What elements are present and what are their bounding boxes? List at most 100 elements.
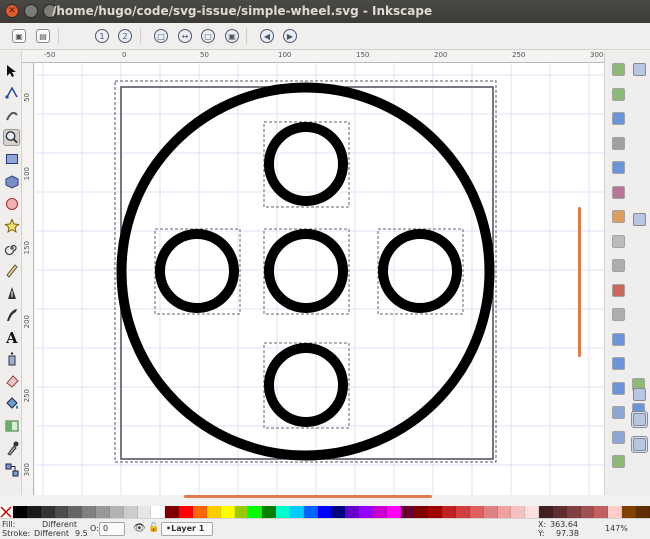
color-swatch[interactable] (26, 506, 41, 518)
fill-value[interactable]: Different (42, 520, 77, 529)
color-swatch[interactable] (206, 506, 221, 518)
redo-button[interactable] (610, 233, 627, 250)
drawing-canvas[interactable] (35, 63, 604, 495)
color-swatch[interactable] (289, 506, 304, 518)
color-swatch[interactable] (192, 506, 207, 518)
zoom-tool-button[interactable] (3, 128, 20, 146)
layer-visibility-icon[interactable]: 👁 (133, 523, 146, 534)
zoom-1-2-button[interactable]: 2 (116, 27, 134, 45)
color-swatch[interactable] (414, 506, 429, 518)
snap-control-button[interactable] (631, 61, 648, 78)
color-swatch[interactable] (497, 506, 512, 518)
canvas-svg[interactable] (35, 63, 604, 495)
center-hole-circle[interactable] (264, 229, 348, 313)
snap-control-button[interactable] (631, 211, 648, 228)
zoom-drawing-button[interactable]: ▤ (34, 27, 52, 45)
color-swatch[interactable] (123, 506, 138, 518)
paint-bucket-tool-button[interactable] (3, 395, 20, 412)
color-swatch[interactable] (552, 506, 567, 518)
stroke-value[interactable]: Different (34, 529, 69, 538)
color-swatch[interactable] (622, 506, 636, 518)
color-swatch[interactable] (456, 506, 470, 518)
color-swatch[interactable] (137, 506, 152, 518)
3d-box-tool-button[interactable] (3, 173, 20, 190)
zoom-fit-button[interactable]: ▢ (199, 27, 217, 45)
calligraphy-tool-button[interactable] (3, 306, 20, 323)
bottom-hole-circle[interactable] (264, 343, 348, 427)
color-swatch[interactable] (262, 506, 277, 518)
pen-tool-button[interactable] (3, 284, 20, 301)
color-swatch[interactable] (151, 506, 166, 518)
text-tool-button[interactable]: A (3, 328, 20, 345)
snap-control-button[interactable] (631, 436, 648, 453)
zoom-next-button[interactable]: ▶ (281, 27, 299, 45)
color-swatch[interactable] (345, 506, 360, 518)
tweak-tool-button[interactable] (3, 106, 20, 123)
ellipse-tool-button[interactable] (3, 195, 20, 212)
color-swatch[interactable] (303, 506, 318, 518)
color-swatch[interactable] (165, 506, 180, 518)
zoom-prev-button[interactable]: ◀ (258, 27, 276, 45)
color-swatch[interactable] (372, 506, 387, 518)
dropper-tool-button[interactable] (3, 439, 20, 456)
new-document-button[interactable] (610, 61, 627, 78)
paste-button[interactable] (610, 306, 627, 323)
color-swatch[interactable] (96, 506, 110, 518)
zoom-drawing-all-button[interactable]: ▣ (223, 27, 241, 45)
color-swatch[interactable] (220, 506, 235, 518)
selector-tool-button[interactable] (3, 62, 20, 79)
color-swatch[interactable] (442, 506, 456, 518)
vertical-ruler[interactable]: 50100150200250300350 (22, 63, 34, 495)
copy-button[interactable] (610, 257, 627, 274)
color-swatch[interactable] (511, 506, 526, 518)
zoom-value[interactable]: 147% (605, 524, 628, 533)
color-swatch[interactable] (248, 506, 263, 518)
color-swatch[interactable] (317, 506, 332, 518)
horizontal-scrollbar[interactable] (184, 495, 432, 498)
star-tool-button[interactable] (3, 217, 20, 234)
color-swatch[interactable] (525, 506, 540, 518)
zoom-page-right-button[interactable] (610, 380, 627, 397)
color-swatch[interactable] (276, 506, 290, 518)
color-swatch[interactable] (483, 506, 498, 518)
zoom-selection-right-button[interactable] (610, 331, 627, 348)
zoom-drawing-right-button[interactable] (610, 355, 627, 372)
open-document-button[interactable] (610, 86, 627, 103)
save-document-button[interactable] (610, 110, 627, 127)
color-swatch[interactable] (331, 506, 346, 518)
color-swatch[interactable] (234, 506, 249, 518)
outer-wheel-circle[interactable] (116, 82, 495, 461)
eraser-tool-button[interactable] (3, 373, 20, 390)
current-layer-select[interactable]: •Layer 1 (161, 522, 213, 536)
undo-button[interactable] (610, 208, 627, 225)
zoom-page-button[interactable]: □ (152, 27, 170, 45)
print-button[interactable] (610, 135, 627, 152)
gradient-tool-button[interactable] (3, 417, 20, 434)
color-swatch[interactable] (594, 506, 609, 518)
color-swatch[interactable] (580, 506, 595, 518)
snap-control-button[interactable] (631, 386, 648, 403)
export-button[interactable] (610, 184, 627, 201)
color-swatch[interactable] (179, 506, 193, 518)
zoom-selection-button[interactable]: ▣ (10, 27, 28, 45)
color-swatch[interactable] (68, 506, 83, 518)
spiral-tool-button[interactable] (3, 240, 20, 257)
layer-lock-icon[interactable]: 🔓 (148, 523, 159, 533)
color-swatch[interactable] (359, 506, 373, 518)
color-swatch[interactable] (109, 506, 124, 518)
color-swatch[interactable] (608, 506, 623, 518)
color-swatch[interactable] (635, 506, 650, 518)
color-swatch[interactable] (13, 506, 27, 518)
top-hole-circle[interactable] (264, 122, 348, 206)
duplicate-button[interactable] (610, 404, 627, 421)
color-swatch[interactable] (566, 506, 581, 518)
close-icon[interactable]: ✕ (5, 4, 19, 18)
stroke-width-value[interactable]: 9.5 (75, 529, 88, 538)
connector-tool-button[interactable] (3, 462, 20, 479)
minimize-icon[interactable] (24, 4, 38, 18)
import-button[interactable] (610, 159, 627, 176)
color-swatch[interactable] (428, 506, 443, 518)
clone-button[interactable] (610, 429, 627, 446)
snap-control-button[interactable] (631, 411, 648, 428)
color-swatch[interactable] (539, 506, 553, 518)
